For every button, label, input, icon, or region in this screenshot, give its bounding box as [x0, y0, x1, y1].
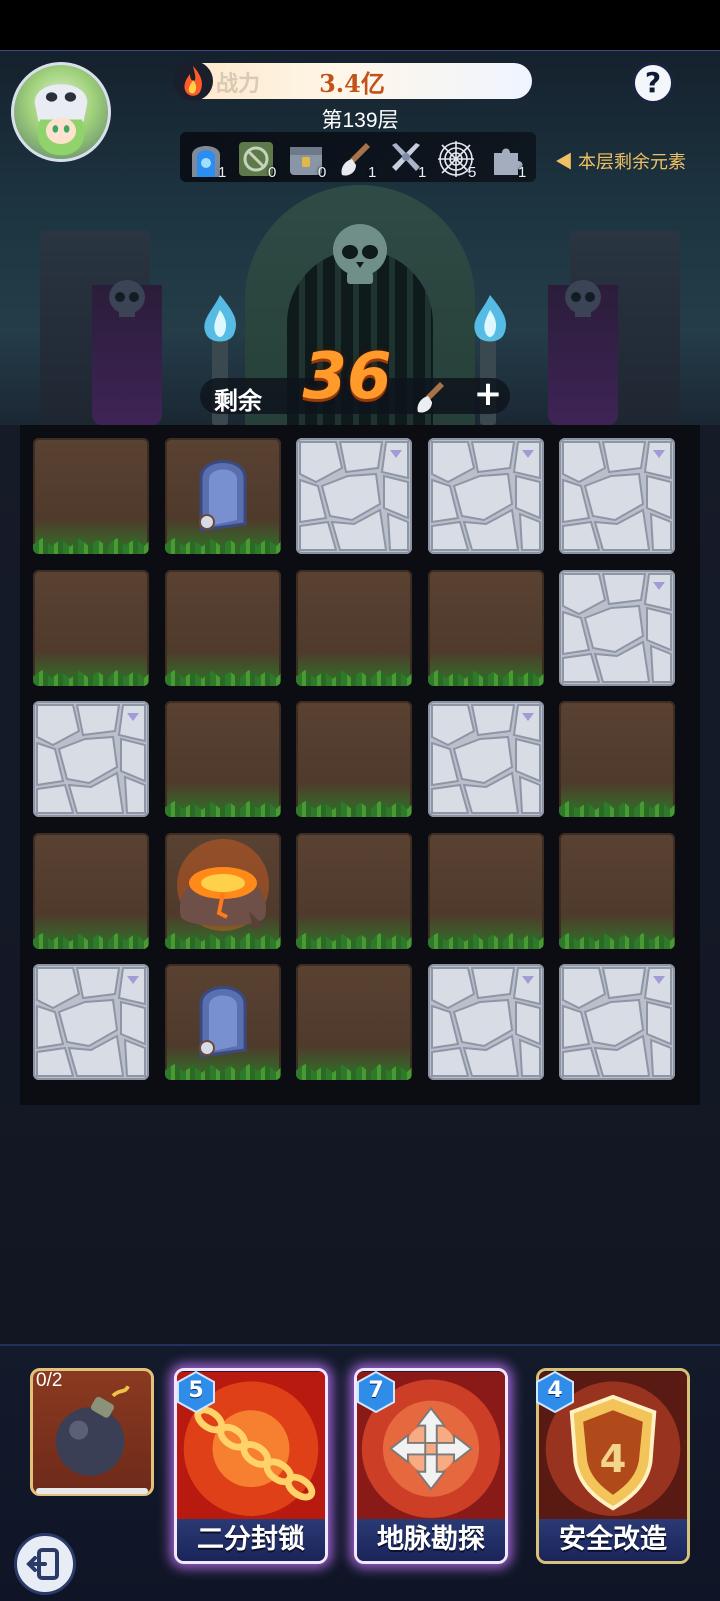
blue-flame-icon — [204, 295, 237, 342]
tombstone-icon — [199, 986, 247, 1058]
stone-pattern-icon — [36, 704, 146, 814]
fire-icon — [173, 61, 213, 101]
remaining-label: 剩余 — [214, 387, 262, 415]
grid-cell-stone[interactable] — [559, 570, 675, 686]
grid-cell-lava-pot[interactable] — [165, 833, 281, 949]
stone-pattern-icon — [431, 704, 541, 814]
grid-cell-dirt[interactable] — [559, 833, 675, 949]
banner-skull-icon — [565, 280, 601, 317]
exit-door-icon — [26, 1548, 59, 1580]
grid-cell-stone[interactable] — [428, 701, 544, 817]
grid-cell-stone[interactable] — [296, 438, 412, 554]
tombstone-icon — [199, 460, 247, 532]
bomb-count: 0/2 — [36, 1370, 63, 1391]
grid-cell-dirt[interactable] — [428, 833, 544, 949]
remaining-value: 36 — [302, 340, 392, 414]
skill-name: 安全改造 — [539, 1519, 687, 1561]
grid-cell-dirt[interactable] — [33, 438, 149, 554]
grid-cell-stone[interactable] — [33, 964, 149, 1080]
exit-button[interactable] — [14, 1533, 76, 1595]
grid-cell-tombstone[interactable] — [165, 964, 281, 1080]
crossed-swords-count: 1 — [418, 164, 427, 181]
grid-cell-dirt[interactable] — [296, 701, 412, 817]
locked-chest-count: 0 — [318, 164, 327, 181]
stone-pattern-icon — [562, 441, 672, 551]
add-shovels-button[interactable]: + — [470, 376, 506, 412]
combat-power-label: 战力 — [216, 71, 261, 97]
grid-cell-dirt[interactable] — [165, 570, 281, 686]
status-bar-area — [0, 0, 720, 50]
lava-pot-icon — [177, 839, 269, 931]
grid-cell-stone[interactable] — [559, 964, 675, 1080]
spider-web-count: 5 — [468, 164, 477, 181]
grid-cell-stone[interactable] — [428, 438, 544, 554]
skill-cost: 7 — [368, 1378, 384, 1403]
shovel-icon — [417, 382, 444, 413]
stone-pattern-icon — [562, 573, 672, 683]
combat-power-value: 3.4亿 — [319, 69, 385, 98]
skill-name: 二分封锁 — [177, 1519, 325, 1561]
grid-cell-dirt[interactable] — [165, 701, 281, 817]
skill-cost: 5 — [188, 1378, 204, 1403]
help-button[interactable]: ? — [632, 62, 674, 104]
grid-cell-stone[interactable] — [33, 701, 149, 817]
skill-cost: 4 — [547, 1378, 563, 1403]
grid-cell-dirt[interactable] — [559, 701, 675, 817]
floor-number: 第139层 — [321, 109, 399, 132]
grid-cell-dirt[interactable] — [428, 570, 544, 686]
banner-skull-icon — [109, 280, 145, 317]
grid-cell-stone[interactable] — [428, 964, 544, 1080]
portal-count: 1 — [218, 164, 227, 181]
grid-cell-stone[interactable] — [559, 438, 675, 554]
remaining-elements-hint[interactable]: ◀ 本层剩余元素 — [555, 148, 686, 174]
skill-name: 地脉勘探 — [357, 1519, 505, 1561]
stone-pattern-icon — [431, 441, 541, 551]
bomb-progress-bar — [36, 1488, 148, 1494]
svg-text:4: 4 — [600, 1437, 627, 1482]
shovel-count: 1 — [368, 164, 377, 181]
player-avatar[interactable] — [11, 62, 111, 162]
grid-cell-dirt[interactable] — [33, 833, 149, 949]
stone-pattern-icon — [299, 441, 409, 551]
stone-pattern-icon — [431, 967, 541, 1077]
blocked-count: 0 — [268, 164, 277, 181]
grid-cell-dirt[interactable] — [296, 570, 412, 686]
stone-pattern-icon — [36, 967, 146, 1077]
puzzle-piece-count: 1 — [518, 164, 527, 181]
grid-cell-dirt[interactable] — [33, 570, 149, 686]
grid-cell-dirt[interactable] — [296, 964, 412, 1080]
grid-cell-tombstone[interactable] — [165, 438, 281, 554]
stone-pattern-icon — [562, 967, 672, 1077]
blue-flame-icon — [474, 295, 507, 342]
gate-skull-icon — [333, 224, 387, 284]
grid-cell-dirt[interactable] — [296, 833, 412, 949]
avatar-portrait-icon — [34, 84, 88, 156]
